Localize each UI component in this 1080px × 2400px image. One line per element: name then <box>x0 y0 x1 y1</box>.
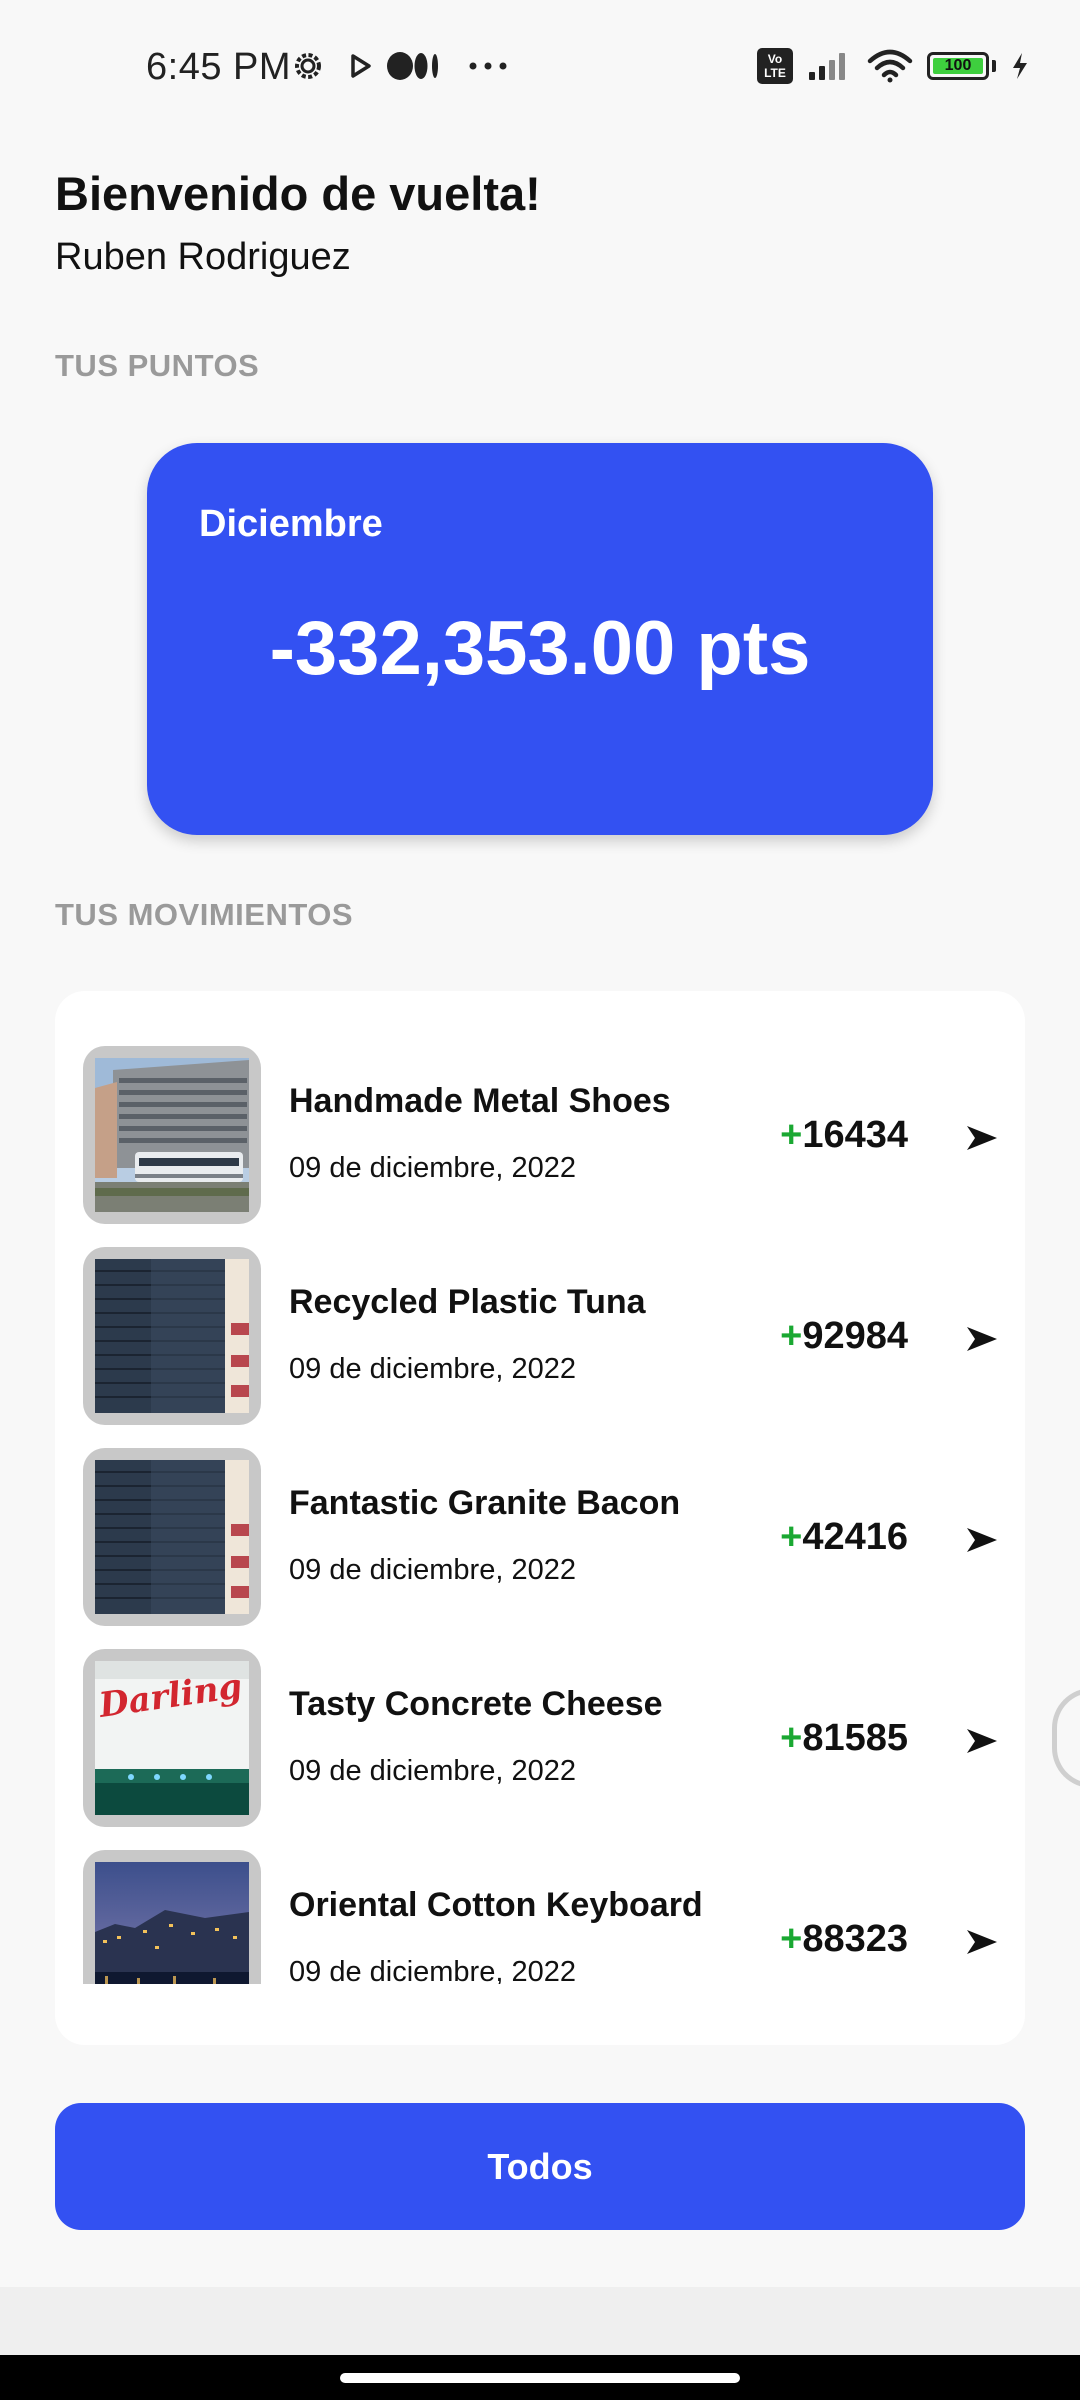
amount-sign: + <box>780 1717 803 1759</box>
points-card[interactable]: Diciembre -332,353.00 pts <box>147 443 933 835</box>
status-time: 6:45 PM <box>146 46 292 88</box>
battery-level: 100 <box>944 57 972 74</box>
shutter-wall-photo <box>95 1259 249 1413</box>
amount-sign: + <box>780 1516 803 1558</box>
movement-row[interactable]: Fantastic Granite Bacon 09 de diciembre,… <box>55 1448 1025 1649</box>
movement-date: 09 de diciembre, 2022 <box>289 1755 576 1787</box>
chevron-right-icon[interactable] <box>965 1526 999 1554</box>
movement-title: Handmade Metal Shoes <box>289 1082 671 1120</box>
movement-row[interactable]: Darling Je t'aime Tasty Concrete Cheese … <box>55 1649 1025 1850</box>
movement-row[interactable]: Recycled Plastic Tuna 09 de diciembre, 2… <box>55 1247 1025 1448</box>
movement-amount: +88323 <box>780 1918 908 1961</box>
battery-icon: 100 <box>927 52 989 80</box>
movements-section-label: TUS MOVIMIENTOS <box>55 897 354 932</box>
movement-amount: +42416 <box>780 1516 908 1559</box>
city-night-photo <box>95 1862 249 1984</box>
user-name: Ruben Rodriguez <box>55 236 351 278</box>
chevron-right-icon[interactable] <box>965 1928 999 1956</box>
edge-swipe-handle[interactable] <box>1052 1688 1080 1788</box>
chevron-right-icon[interactable] <box>965 1325 999 1353</box>
movement-thumbnail: Darling Je t'aime <box>83 1649 261 1827</box>
status-system-icons: Vo LTE 100 <box>757 48 1030 84</box>
movement-date: 09 de diciembre, 2022 <box>289 1152 576 1184</box>
bottom-area <box>0 2287 1080 2355</box>
movement-title: Fantastic Granite Bacon <box>289 1484 681 1522</box>
amount-value: 16434 <box>802 1114 908 1156</box>
tram-building-photo <box>95 1058 249 1212</box>
amount-sign: + <box>780 1315 803 1357</box>
points-section-label: TUS PUNTOS <box>55 348 260 383</box>
app-screen: 6:45 PM Vo LTE 100 Bienvenido de vuelta!… <box>0 0 1080 2400</box>
points-month: Diciembre <box>199 503 383 545</box>
volte-icon: Vo LTE <box>757 48 793 84</box>
movement-thumbnail <box>83 1247 261 1425</box>
movement-row[interactable]: Oriental Cotton Keyboard 09 de diciembre… <box>55 1850 1025 1984</box>
movements-card: Handmade Metal Shoes 09 de diciembre, 20… <box>55 991 1025 2045</box>
chevron-right-icon[interactable] <box>965 1727 999 1755</box>
movement-title: Tasty Concrete Cheese <box>289 1685 663 1723</box>
movement-amount: +16434 <box>780 1114 908 1157</box>
movement-thumbnail <box>83 1448 261 1626</box>
wifi-icon <box>867 49 913 83</box>
movements-list[interactable]: Handmade Metal Shoes 09 de diciembre, 20… <box>55 1046 1025 1984</box>
movement-date: 09 de diciembre, 2022 <box>289 1353 576 1385</box>
charging-bolt-icon <box>1013 53 1027 79</box>
movement-amount: +92984 <box>780 1315 908 1358</box>
more-dots-icon <box>469 62 507 70</box>
navigation-bar <box>0 2355 1080 2400</box>
settings-gear-icon <box>295 53 321 79</box>
status-bar: 6:45 PM Vo LTE 100 <box>0 0 1080 140</box>
movement-title: Oriental Cotton Keyboard <box>289 1886 703 1924</box>
movement-date: 09 de diciembre, 2022 <box>289 1554 576 1586</box>
amount-sign: + <box>780 1918 803 1960</box>
home-indicator[interactable] <box>340 2373 740 2383</box>
signal-icon <box>809 53 845 80</box>
movement-row[interactable]: Handmade Metal Shoes 09 de diciembre, 20… <box>55 1046 1025 1247</box>
chevron-right-icon[interactable] <box>965 1124 999 1152</box>
play-store-icon <box>351 54 371 78</box>
amount-sign: + <box>780 1114 803 1156</box>
movement-title: Recycled Plastic Tuna <box>289 1283 646 1321</box>
todos-button[interactable]: Todos <box>55 2103 1025 2230</box>
medium-icon <box>387 52 438 80</box>
points-value: -332,353.00 pts <box>269 606 811 691</box>
amount-value: 92984 <box>802 1315 908 1357</box>
greeting-title: Bienvenido de vuelta! <box>55 167 541 220</box>
amount-value: 42416 <box>802 1516 908 1558</box>
movement-date: 09 de diciembre, 2022 <box>289 1956 576 1984</box>
movement-amount: +81585 <box>780 1717 908 1760</box>
amount-value: 88323 <box>802 1918 908 1960</box>
movement-thumbnail <box>83 1046 261 1224</box>
amount-value: 81585 <box>802 1717 908 1759</box>
status-notification-icons <box>290 48 508 84</box>
battery-tip <box>992 60 996 72</box>
shutter-wall-photo <box>95 1460 249 1614</box>
darling-neon-sign-photo: Darling Je t'aime <box>95 1661 249 1815</box>
movement-thumbnail <box>83 1850 261 1984</box>
